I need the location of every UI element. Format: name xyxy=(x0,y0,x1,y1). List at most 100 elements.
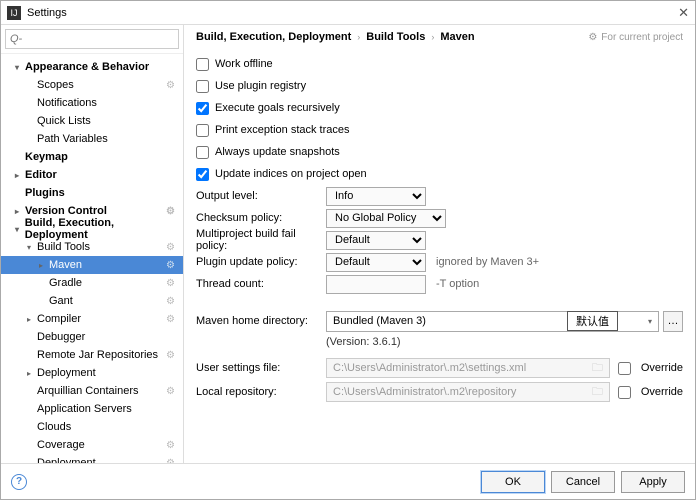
arrow-icon: ▾ xyxy=(27,243,37,252)
sidebar-item-gant[interactable]: Gant⚙ xyxy=(1,292,183,310)
always-update-checkbox[interactable] xyxy=(196,146,209,159)
arrow-icon: ▸ xyxy=(27,315,37,324)
annotation-label: 默认值 xyxy=(567,311,618,331)
sidebar-item-gradle[interactable]: Gradle ⚙ xyxy=(1,274,183,292)
sidebar-item-label: Remote Jar Repositories xyxy=(37,349,158,361)
sidebar-item-keymap[interactable]: Keymap xyxy=(1,148,183,166)
sidebar-item-label: Deployment xyxy=(37,457,96,463)
sidebar-item-label: Arquillian Containers xyxy=(37,385,139,397)
sidebar-item-maven[interactable]: ▸Maven ⚙ xyxy=(1,256,183,274)
gear-icon: ⚙ xyxy=(166,260,175,271)
ok-button[interactable]: OK xyxy=(481,471,545,493)
window-title: Settings xyxy=(27,7,678,19)
sidebar-item-arquillian-containers[interactable]: Arquillian Containers ⚙ xyxy=(1,382,183,400)
sidebar-item-deployment[interactable]: ▸Deployment xyxy=(1,364,183,382)
sidebar-item-label: Deployment xyxy=(37,367,96,379)
output-level-select[interactable]: Info xyxy=(326,187,426,206)
multifail-select[interactable]: Default xyxy=(326,231,426,250)
gear-icon: ⚙ xyxy=(166,386,175,397)
sidebar-item-clouds[interactable]: Clouds xyxy=(1,418,183,436)
gear-icon: ⚙ xyxy=(166,278,175,289)
sidebar-item-plugins[interactable]: Plugins xyxy=(1,184,183,202)
gear-icon: ⚙ xyxy=(166,80,175,91)
arrow-icon: ▸ xyxy=(15,171,25,180)
help-icon[interactable]: ? xyxy=(11,474,27,490)
gear-icon: ⚙ xyxy=(166,242,175,253)
local-repo-field[interactable]: C:\Users\Administrator\.m2\repository🗀 xyxy=(326,382,610,402)
work-offline-checkbox[interactable] xyxy=(196,58,209,71)
chevron-down-icon: ▾ xyxy=(648,317,652,326)
sidebar-item-label: Compiler xyxy=(37,313,81,325)
sidebar-item-editor[interactable]: ▸Editor xyxy=(1,166,183,184)
plugin-registry-checkbox[interactable] xyxy=(196,80,209,93)
arrow-icon: ▸ xyxy=(39,261,49,270)
sidebar-item-coverage[interactable]: Coverage ⚙ xyxy=(1,436,183,454)
close-icon[interactable]: ✕ xyxy=(678,5,689,21)
chevron-right-icon: › xyxy=(431,32,434,42)
update-indices-checkbox[interactable] xyxy=(196,168,209,181)
sidebar-item-remote-jar-repositories[interactable]: Remote Jar Repositories ⚙ xyxy=(1,346,183,364)
folder-icon[interactable]: 🗀 xyxy=(592,383,603,402)
gear-icon: ⚙ xyxy=(588,32,597,43)
sidebar-item-appearance-behavior[interactable]: ▾Appearance & Behavior xyxy=(1,58,183,76)
settings-window: IJ Settings ✕ ▾Appearance & BehaviorScop… xyxy=(0,0,696,500)
sidebar-item-deployment[interactable]: Deployment ⚙ xyxy=(1,454,183,463)
sidebar-item-build-tools[interactable]: ▾Build Tools⚙ xyxy=(1,238,183,256)
app-icon: IJ xyxy=(7,6,21,20)
sidebar-item-label: Quick Lists xyxy=(37,115,91,127)
sidebar-item-quick-lists[interactable]: Quick Lists xyxy=(1,112,183,130)
for-project-label: ⚙For current project xyxy=(588,32,683,43)
override-local-repo-checkbox[interactable] xyxy=(618,386,631,399)
sidebar-item-build-execution-deployment[interactable]: ▾Build, Execution, Deployment xyxy=(1,220,183,238)
cancel-button[interactable]: Cancel xyxy=(551,471,615,493)
main-panel: Build, Execution, Deployment › Build Too… xyxy=(184,25,695,463)
folder-icon[interactable]: 🗀 xyxy=(592,359,603,378)
override-user-settings-checkbox[interactable] xyxy=(618,362,631,375)
browse-button[interactable]: … xyxy=(663,311,683,332)
gear-icon: ⚙ xyxy=(166,206,175,217)
plugin-update-select[interactable]: Default xyxy=(326,253,426,272)
version-label: (Version: 3.6.1) xyxy=(196,336,683,348)
gear-icon: ⚙ xyxy=(166,314,175,325)
sidebar-item-label: Debugger xyxy=(37,331,85,343)
sidebar-item-label: Version Control xyxy=(25,205,107,217)
sidebar-item-label: Notifications xyxy=(37,97,97,109)
sidebar-item-application-servers[interactable]: Application Servers xyxy=(1,400,183,418)
sidebar-item-label: Maven xyxy=(49,259,82,271)
search-box xyxy=(1,25,183,54)
sidebar-item-notifications[interactable]: Notifications xyxy=(1,94,183,112)
checksum-select[interactable]: No Global Policy xyxy=(326,209,446,228)
chevron-right-icon: › xyxy=(357,32,360,42)
sidebar-item-label: Editor xyxy=(25,169,57,181)
sidebar-item-label: Plugins xyxy=(25,187,65,199)
print-exc-checkbox[interactable] xyxy=(196,124,209,137)
sidebar-item-label: Coverage xyxy=(37,439,85,451)
user-settings-field[interactable]: C:\Users\Administrator\.m2\settings.xml🗀 xyxy=(326,358,610,378)
sidebar-item-label: Keymap xyxy=(25,151,68,163)
sidebar-item-scopes[interactable]: Scopes ⚙ xyxy=(1,76,183,94)
search-input[interactable] xyxy=(5,29,179,49)
sidebar-item-label: Clouds xyxy=(37,421,71,433)
gear-icon: ⚙ xyxy=(166,458,175,464)
sidebar-item-path-variables[interactable]: Path Variables xyxy=(1,130,183,148)
arrow-icon: ▾ xyxy=(15,225,25,234)
sidebar: ▾Appearance & Behavior Scopes ⚙ Notificatio… xyxy=(1,25,184,463)
sidebar-item-debugger[interactable]: Debugger xyxy=(1,328,183,346)
exec-goals-checkbox[interactable] xyxy=(196,102,209,115)
arrow-icon: ▸ xyxy=(15,207,25,216)
arrow-icon: ▾ xyxy=(15,63,25,72)
thread-count-input[interactable] xyxy=(326,275,426,294)
gear-icon: ⚙ xyxy=(166,440,175,451)
titlebar: IJ Settings ✕ xyxy=(1,1,695,25)
sidebar-item-label: Scopes xyxy=(37,79,74,91)
sidebar-item-label: Gradle xyxy=(49,277,82,289)
sidebar-item-compiler[interactable]: ▸Compiler ⚙ xyxy=(1,310,183,328)
gear-icon: ⚙ xyxy=(166,350,175,361)
arrow-icon: ▸ xyxy=(27,369,37,378)
breadcrumb: Build, Execution, Deployment › Build Too… xyxy=(196,31,683,43)
apply-button[interactable]: Apply xyxy=(621,471,685,493)
maven-home-combo[interactable]: Bundled (Maven 3) 默认值 ▾ xyxy=(326,311,659,332)
settings-tree: ▾Appearance & Behavior Scopes ⚙ Notificatio… xyxy=(1,54,183,463)
sidebar-item-label: Application Servers xyxy=(37,403,132,415)
sidebar-item-label: Path Variables xyxy=(37,133,108,145)
